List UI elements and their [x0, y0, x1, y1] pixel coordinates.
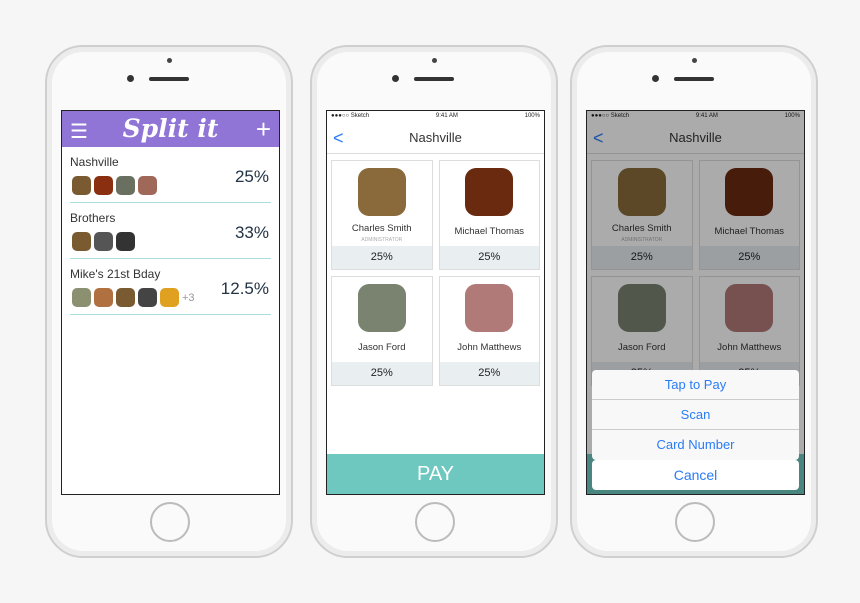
tap-to-pay-option[interactable]: Tap to Pay	[592, 370, 799, 400]
group-percent: 33%	[234, 223, 269, 242]
member-card[interactable]: John Matthews 25%	[438, 276, 540, 386]
member-card[interactable]: Charles Smith ADMINISTRATOR 25%	[331, 160, 433, 270]
avatar	[72, 288, 91, 307]
scan-option[interactable]: Scan	[592, 400, 799, 430]
avatar	[116, 288, 135, 307]
avatar	[116, 176, 135, 195]
group-percent: 25%	[234, 167, 269, 186]
member-percent: 25%	[439, 246, 539, 269]
status-bar: ●●●○○ Sketch 9:41 AM 100%	[331, 113, 540, 119]
member-photo	[357, 284, 406, 332]
member-card[interactable]: Jason Ford 25%	[331, 276, 433, 386]
group-name: Nashville	[70, 155, 119, 169]
home-button[interactable]	[150, 502, 190, 542]
member-card[interactable]: Michael Thomas 25%	[438, 160, 540, 270]
member-photo	[357, 168, 406, 216]
action-sheet: Tap to Pay Scan Card Number	[592, 370, 799, 460]
group-row[interactable]: Nashville 25%	[70, 147, 271, 203]
phone-1: ☰ Split it + Nashville 25% Brothers 33% Mike…	[45, 45, 293, 558]
group-percent: 12.5%	[220, 279, 269, 298]
avatar	[94, 176, 113, 195]
avatar	[94, 288, 113, 307]
phone-3: ●●●○○ Sketch 9:41 AM 100% < Nashville Charl…	[570, 45, 818, 558]
group-row[interactable]: Mike's 21st Bday +3 12.5%	[70, 259, 271, 315]
card-number-option[interactable]: Card Number	[592, 430, 799, 460]
avatar	[160, 288, 179, 307]
group-name: Mike's 21st Bday	[70, 267, 161, 281]
back-chevron-icon[interactable]: <	[333, 122, 344, 154]
avatar	[116, 232, 135, 251]
cancel-button[interactable]: Cancel	[592, 460, 799, 490]
member-percent: 25%	[439, 362, 539, 385]
member-name: Charles Smith	[351, 223, 412, 234]
phone-2: ●●●○○ Sketch 9:41 AM 100% < Nashville Charl…	[310, 45, 558, 558]
avatar	[138, 176, 157, 195]
nav-title: Nashville	[409, 130, 462, 145]
member-photo	[465, 168, 514, 216]
payment-sheet-screen: ●●●○○ Sketch 9:41 AM 100% < Nashville Charl…	[586, 110, 805, 495]
groups-screen: ☰ Split it + Nashville 25% Brothers 33% Mike…	[61, 110, 280, 495]
member-name: John Matthews	[457, 342, 522, 353]
pay-button[interactable]: PAY	[327, 454, 544, 494]
member-percent: 25%	[332, 362, 432, 385]
detail-screen: ●●●○○ Sketch 9:41 AM 100% < Nashville Charl…	[326, 110, 545, 495]
home-button[interactable]	[415, 502, 455, 542]
member-name: Michael Thomas	[454, 226, 525, 237]
avatar	[72, 232, 91, 251]
app-header: ☰ Split it +	[62, 111, 279, 147]
home-button[interactable]	[675, 502, 715, 542]
plus-icon[interactable]: +	[256, 114, 271, 145]
member-name: Jason Ford	[357, 342, 406, 353]
member-percent: 25%	[332, 246, 432, 269]
avatar	[94, 232, 113, 251]
avatar	[72, 176, 91, 195]
group-name: Brothers	[70, 211, 116, 225]
group-row[interactable]: Brothers 33%	[70, 203, 271, 259]
avatar	[138, 288, 157, 307]
logo: Split it	[122, 114, 219, 143]
more-count: +3	[182, 291, 195, 304]
member-role: ADMINISTRATOR	[361, 237, 403, 243]
member-photo	[465, 284, 514, 332]
